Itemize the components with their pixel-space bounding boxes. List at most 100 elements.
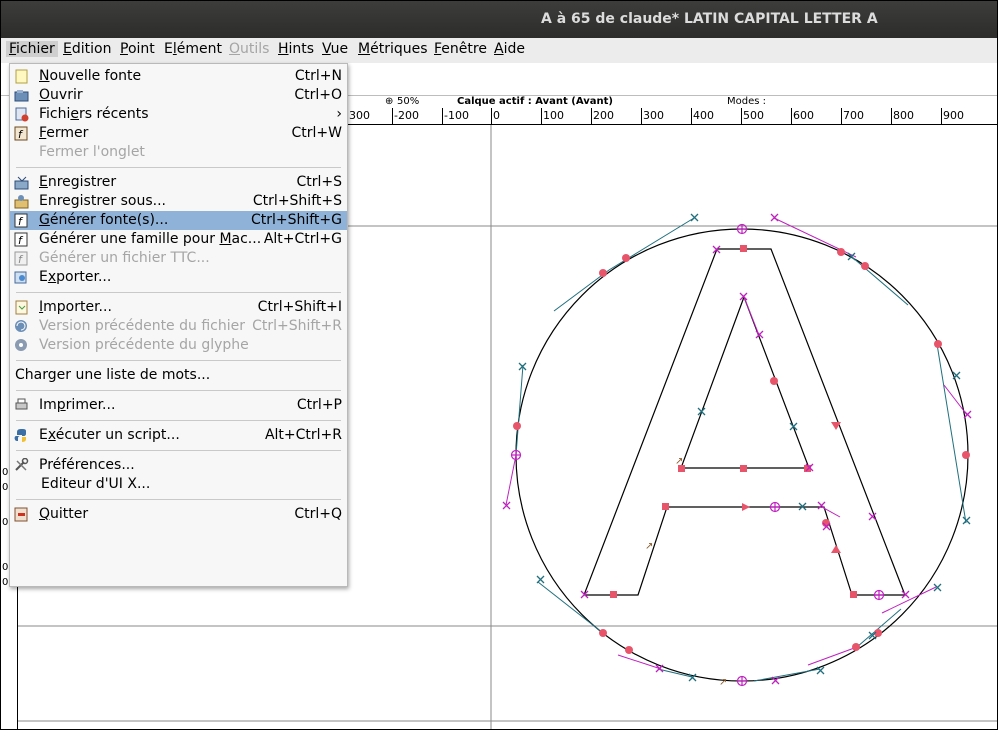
menu-item-charger-une-liste-de-mots[interactable]: Charger une liste de mots... xyxy=(10,366,347,385)
menu-item-générer-fonte-s[interactable]: f Générer fonte(s)... Ctrl+Shift+G xyxy=(10,211,347,230)
menu-item-label: Fermer xyxy=(39,125,89,141)
control-handles-magenta xyxy=(505,217,968,670)
menu-item-fermer[interactable]: f Fermer Ctrl+W xyxy=(10,124,347,143)
menu-item-label: Enregistrer sous... xyxy=(39,193,166,209)
recent-files-icon xyxy=(14,107,29,122)
menu-item-shortcut: Ctrl+O xyxy=(294,87,342,103)
zoom-level: 50% xyxy=(397,96,420,107)
ruler-tick xyxy=(741,108,742,124)
menu-item-quitter[interactable]: Quitter Ctrl+Q xyxy=(10,505,347,524)
menu-item-enregistrer[interactable]: Enregistrer Ctrl+S xyxy=(10,173,347,192)
submenu-arrow-icon: › xyxy=(336,106,342,122)
off-curve-points-magenta xyxy=(502,213,972,685)
menu-item-label: Imprimer... xyxy=(39,397,116,413)
python-icon xyxy=(14,428,29,443)
save-icon xyxy=(14,175,29,190)
menu-item-label: Fermer l'onglet xyxy=(39,144,145,160)
menu-separator xyxy=(16,499,341,500)
ruler-tick xyxy=(442,108,443,124)
ruler-tick xyxy=(641,108,642,124)
menu-edition[interactable]: Edition xyxy=(63,41,111,57)
svg-text:↗: ↗ xyxy=(719,677,727,688)
quit-icon xyxy=(14,507,29,522)
menu-item-version-précédente-du-fichier[interactable]: Version précédente du fichier Ctrl+Shift+… xyxy=(10,317,347,336)
menu-item-générer-un-fichier-ttc[interactable]: f Générer un fichier TTC... xyxy=(10,249,347,268)
menu-fenetre[interactable]: Fenêtre xyxy=(434,41,487,57)
menu-item-label: Nouvelle fonte xyxy=(39,68,142,84)
menu-item-shortcut: Alt+Ctrl+R xyxy=(264,427,342,443)
menu-item-exécuter-un-script[interactable]: Exécuter un script... Alt+Ctrl+R xyxy=(10,426,347,445)
ruler-label: -200 xyxy=(394,109,419,122)
menu-fichier[interactable]: Fichier xyxy=(6,41,58,57)
menu-vue[interactable]: Vue xyxy=(322,41,348,57)
menu-separator xyxy=(16,450,341,451)
menu-item-label: Version précédente du glyphe xyxy=(39,337,249,353)
export-icon xyxy=(14,270,29,285)
ruler-left-label: 0 xyxy=(2,517,9,528)
menu-item-editeur-d-ui-x[interactable]: Editeur d'UI X... xyxy=(10,475,347,494)
ruler-tick xyxy=(491,108,492,124)
menu-point[interactable]: Point xyxy=(120,41,155,57)
menu-item-label: Fichiers récents xyxy=(39,106,149,122)
ruler-label: 600 xyxy=(793,109,814,122)
ruler-left-label: 0 xyxy=(2,577,9,588)
ruler-left-label: 0 xyxy=(2,467,9,478)
menu-metriques[interactable]: Métriques xyxy=(358,41,428,57)
ruler-label: 300 xyxy=(643,109,664,122)
menu-element[interactable]: Elément xyxy=(164,41,222,57)
menu-item-shortcut: Ctrl+W xyxy=(291,125,342,141)
save-as-icon xyxy=(14,194,29,209)
menu-item-exporter[interactable]: Exporter... xyxy=(10,268,347,287)
ruler-left-label: 0 xyxy=(2,562,9,573)
menu-outils[interactable]: Outils xyxy=(229,41,269,57)
menu-item-label: Editeur d'UI X... xyxy=(41,476,151,492)
menu-item-label: Importer... xyxy=(39,299,112,315)
menu-item-importer[interactable]: Importer... Ctrl+Shift+I xyxy=(10,298,347,317)
preferences-icon xyxy=(14,457,29,473)
menu-item-shortcut: Ctrl+N xyxy=(294,68,342,84)
menu-item-shortcut: Ctrl+Shift+S xyxy=(252,193,342,209)
circle-contour xyxy=(515,228,969,682)
ruler-left-label: 0 xyxy=(2,482,9,493)
ruler-tick xyxy=(941,108,942,124)
menu-item-générer-une-famille-pour-mac[interactable]: f Générer une famille pour Mac... Alt+Ctrl… xyxy=(10,230,347,249)
ruler-tick xyxy=(891,108,892,124)
ruler-tick xyxy=(841,108,842,124)
ruler-label: -100 xyxy=(444,109,469,122)
menu-item-shortcut: Ctrl+Shift+I xyxy=(257,299,342,315)
menu-item-shortcut: Ctrl+Q xyxy=(294,506,342,522)
menu-separator xyxy=(16,292,341,293)
ruler-label: 400 xyxy=(693,109,714,122)
menu-item-shortcut: Ctrl+P xyxy=(296,397,342,413)
menu-item-préférences[interactable]: Préférences... xyxy=(10,456,347,475)
ruler-label: 100 xyxy=(543,109,564,122)
ruler-tick xyxy=(392,108,393,124)
menu-item-fichiers-récents[interactable]: Fichiers récents › xyxy=(10,105,347,124)
window-title: A à 65 de claude* LATIN CAPITAL LETTER A xyxy=(541,11,878,27)
menu-aide[interactable]: Aide xyxy=(494,41,525,57)
open-icon xyxy=(14,88,29,103)
ruler-label: 500 xyxy=(743,109,764,122)
extremum-points xyxy=(510,223,885,687)
menu-item-label: Générer fonte(s)... xyxy=(39,212,169,228)
menu-item-ouvrir[interactable]: Ouvrir Ctrl+O xyxy=(10,86,347,105)
active-layer: Calque actif : Avant (Avant) xyxy=(457,96,613,107)
off-curve-points-teal xyxy=(518,213,971,682)
menu-item-imprimer[interactable]: Imprimer... Ctrl+P xyxy=(10,396,347,415)
menu-item-shortcut: Ctrl+S xyxy=(296,174,342,190)
zoom-icon: ⊕ xyxy=(385,96,394,107)
menu-item-enregistrer-sous[interactable]: Enregistrer sous... Ctrl+Shift+S xyxy=(10,192,347,211)
menu-separator xyxy=(16,167,341,168)
menu-item-label: Ouvrir xyxy=(39,87,83,103)
menu-item-label: Charger une liste de mots... xyxy=(15,367,211,383)
menu-item-label: Quitter xyxy=(39,506,89,522)
menu-item-label: Enregistrer xyxy=(39,174,117,190)
menu-item-fermer-l-onglet[interactable]: Fermer l'onglet xyxy=(10,143,347,162)
menu-hints[interactable]: Hints xyxy=(278,41,314,57)
ruler-label: 900 xyxy=(943,109,964,122)
start-point-markers: ↗ ↗ ↗ xyxy=(645,456,727,688)
menu-item-nouvelle-fonte[interactable]: Nouvelle fonte Ctrl+N xyxy=(10,67,347,86)
modes-label: Modes : xyxy=(727,96,767,107)
revert-glyph-icon xyxy=(14,338,29,353)
menu-item-version-précédente-du-glyphe[interactable]: Version précédente du glyphe xyxy=(10,336,347,355)
